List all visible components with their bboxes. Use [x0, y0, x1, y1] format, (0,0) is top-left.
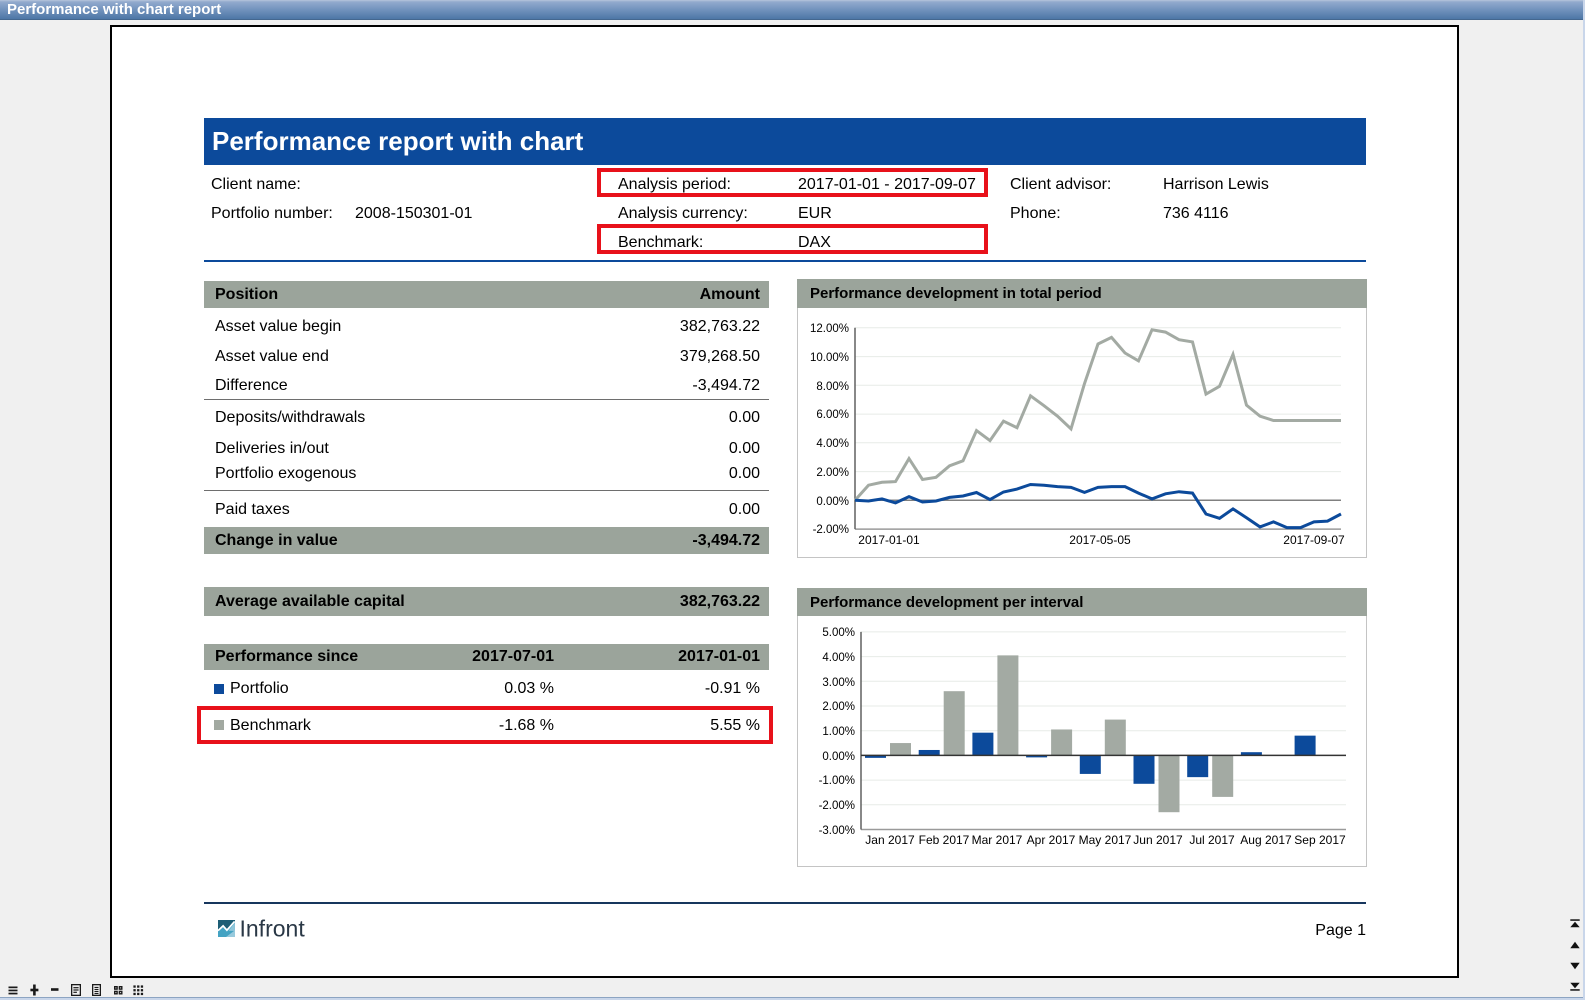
svg-text:Aug 2017: Aug 2017 [1240, 833, 1292, 847]
svg-text:0.00%: 0.00% [816, 496, 849, 508]
svg-text:1.00%: 1.00% [822, 726, 855, 738]
svg-text:2017-01-01: 2017-01-01 [858, 533, 920, 547]
svg-text:10.00%: 10.00% [810, 352, 849, 364]
svg-text:2.00%: 2.00% [816, 467, 849, 479]
svg-text:6.00%: 6.00% [816, 409, 849, 421]
svg-text:-2.00%: -2.00% [813, 524, 849, 536]
svg-text:-2.00%: -2.00% [819, 800, 855, 812]
svg-text:2017-09-07: 2017-09-07 [1283, 533, 1345, 547]
svg-text:12.00%: 12.00% [810, 323, 849, 335]
svg-text:Feb 2017: Feb 2017 [919, 833, 970, 847]
svg-text:Apr 2017: Apr 2017 [1027, 833, 1076, 847]
svg-text:Jun 2017: Jun 2017 [1133, 833, 1183, 847]
svg-text:5.00%: 5.00% [822, 627, 855, 639]
svg-text:Jan 2017: Jan 2017 [865, 833, 915, 847]
svg-text:Infront: Infront [240, 918, 306, 942]
svg-text:2017-05-05: 2017-05-05 [1069, 533, 1131, 547]
svg-text:May 2017: May 2017 [1079, 833, 1132, 847]
svg-text:4.00%: 4.00% [816, 438, 849, 450]
svg-text:2.00%: 2.00% [822, 701, 855, 713]
svg-text:-3.00%: -3.00% [819, 825, 855, 837]
svg-text:Sep 2017: Sep 2017 [1294, 833, 1346, 847]
svg-text:Mar 2017: Mar 2017 [972, 833, 1023, 847]
svg-text:Jul 2017: Jul 2017 [1189, 833, 1235, 847]
svg-text:4.00%: 4.00% [822, 652, 855, 664]
svg-text:8.00%: 8.00% [816, 381, 849, 393]
svg-text:0.00%: 0.00% [822, 751, 855, 763]
svg-text:-1.00%: -1.00% [819, 775, 855, 787]
svg-text:3.00%: 3.00% [822, 677, 855, 689]
